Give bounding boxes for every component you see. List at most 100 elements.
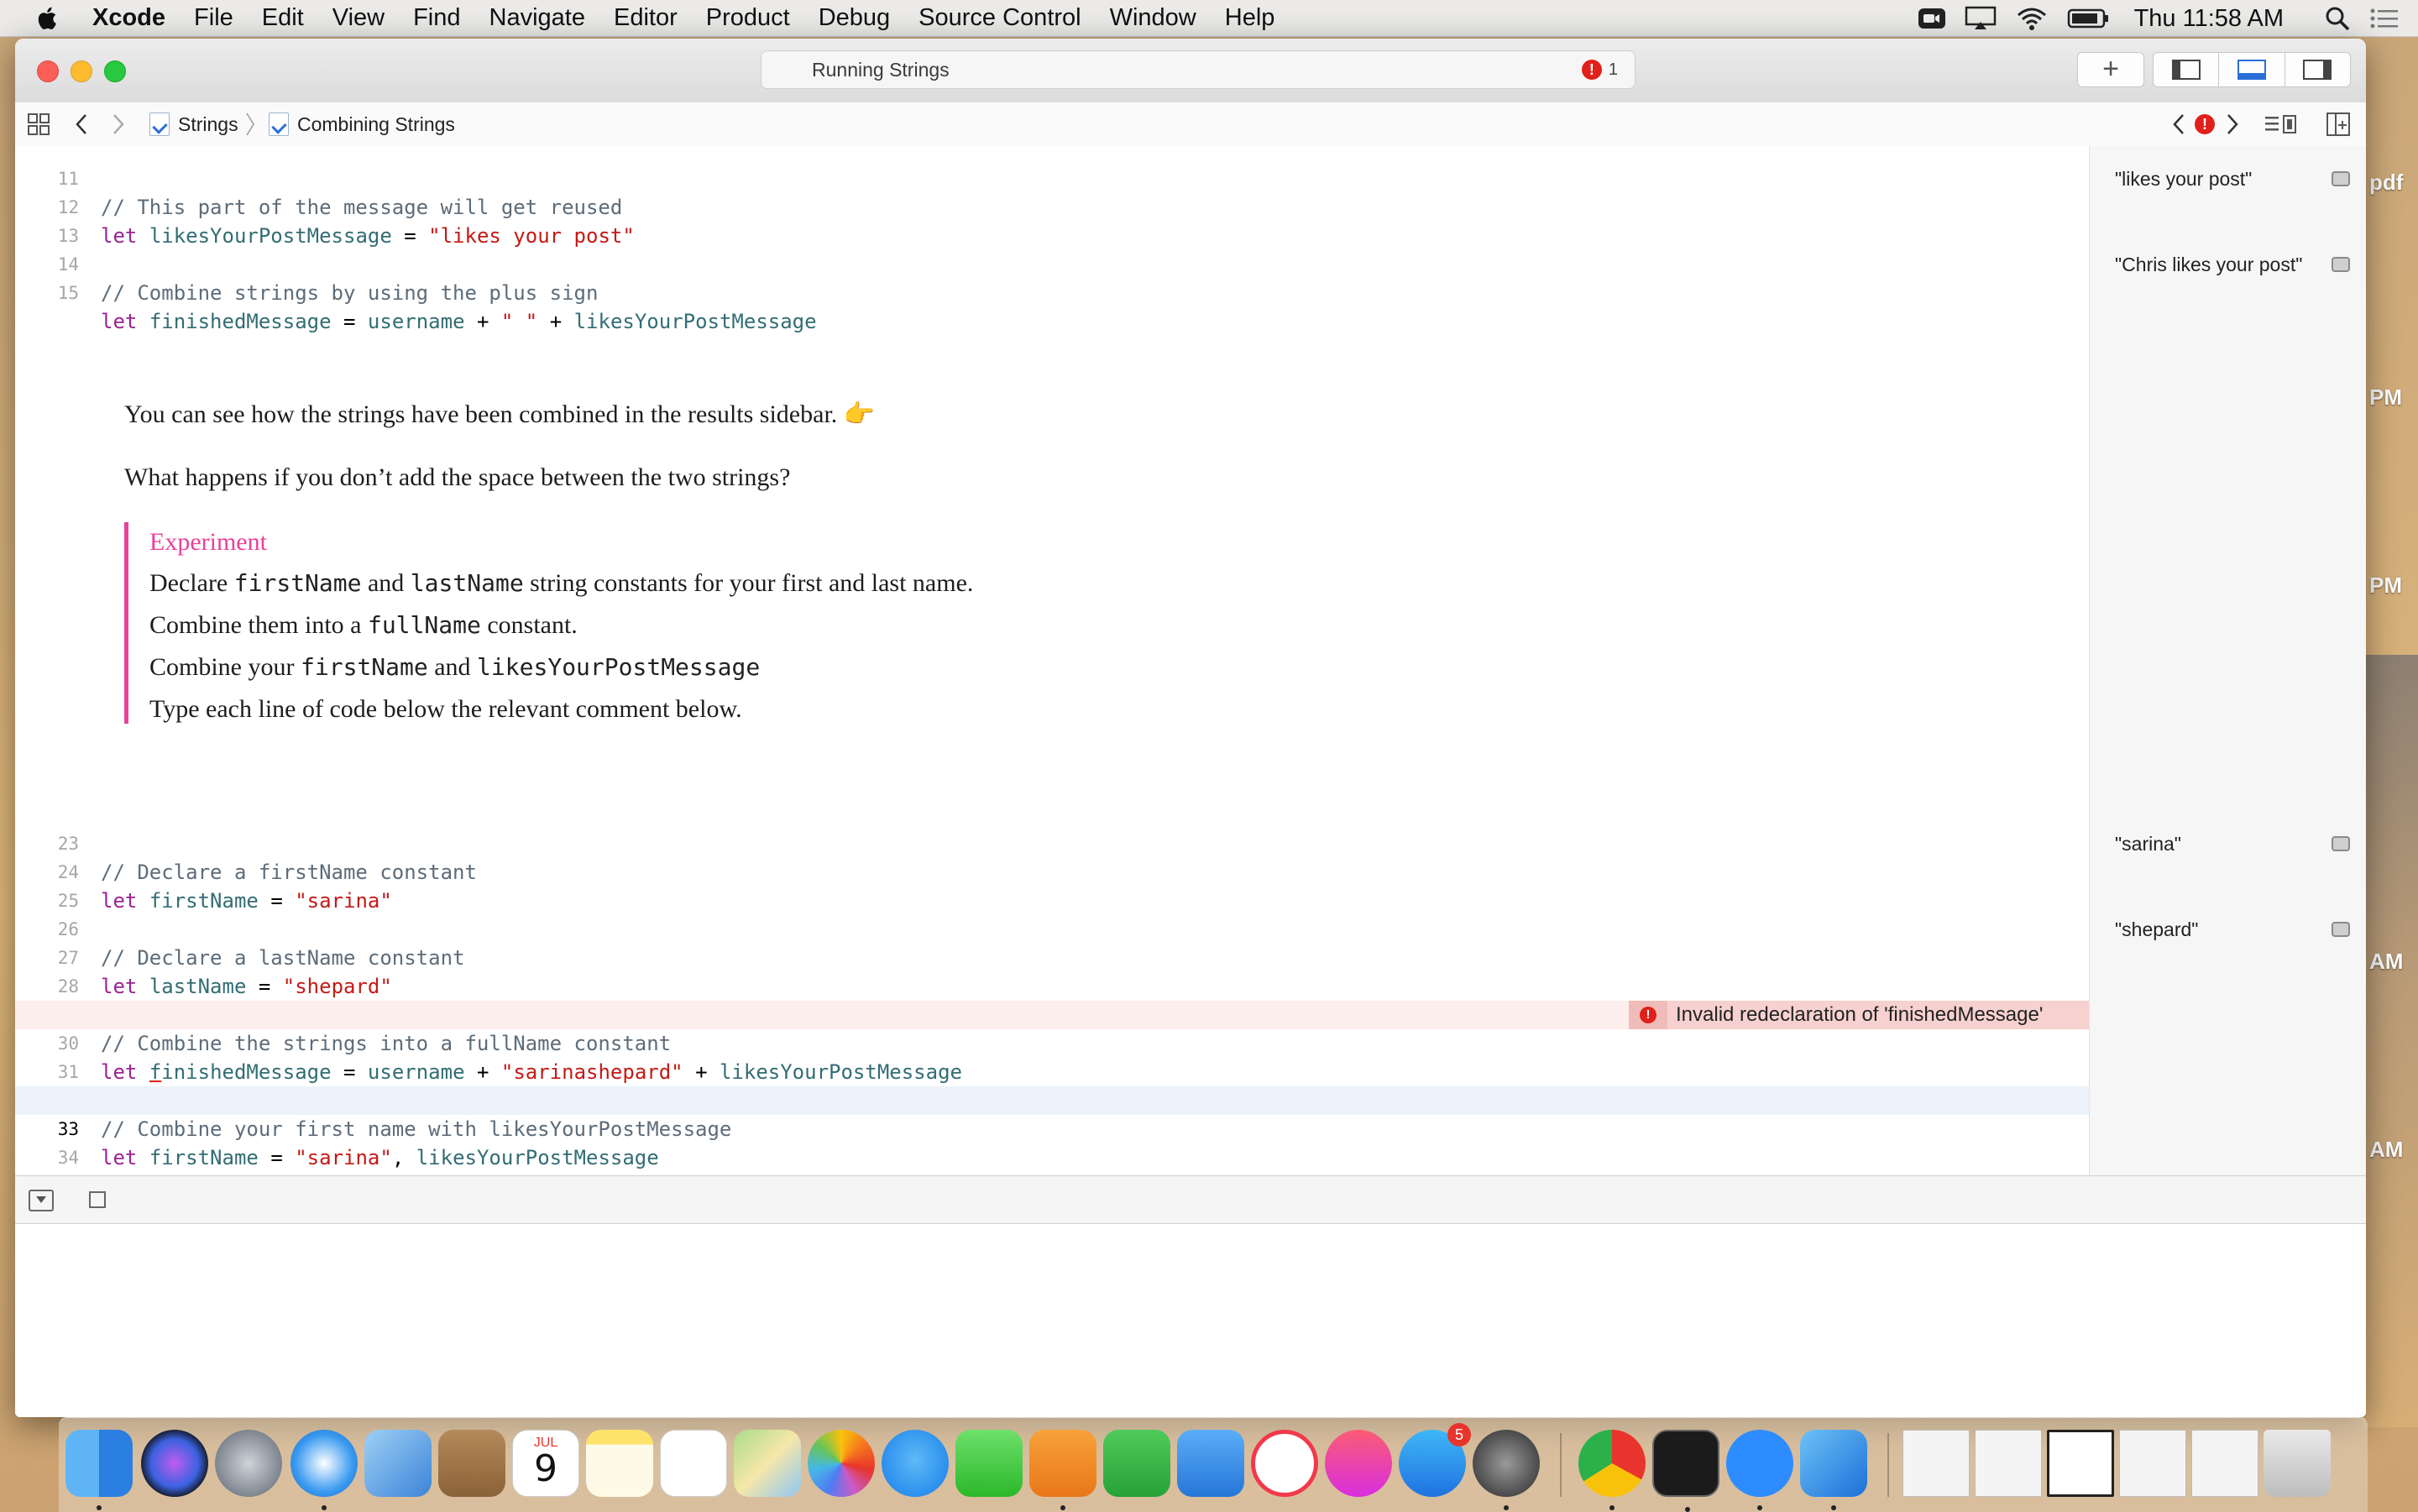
source-editor[interactable]: 11 // This part of the message will get …: [15, 146, 2089, 1175]
quick-look-icon[interactable]: [2332, 836, 2350, 851]
code-line[interactable]: 15 let finishedMessage = username + " " …: [15, 250, 2089, 333]
recent-document-thumbnail[interactable]: [1902, 1430, 1970, 1497]
menu-bar-clock[interactable]: Thu 11:58 AM: [2134, 5, 2284, 33]
notes-icon[interactable]: [586, 1430, 653, 1497]
trash-icon[interactable]: [2264, 1430, 2331, 1497]
code-line[interactable]: 24 let firstName = "sarina": [15, 829, 2089, 913]
recent-document-thumbnail[interactable]: [1975, 1430, 2042, 1497]
breadcrumb-strings[interactable]: Strings: [149, 102, 255, 146]
code-line[interactable]: 12 let likesYourPostMessage = "likes you…: [15, 165, 2089, 248]
previous-issue-icon[interactable]: [2171, 102, 2186, 146]
menu-source-control[interactable]: Source Control: [919, 4, 1081, 32]
apple-menu-icon[interactable]: [34, 4, 62, 33]
code-line[interactable]: 11 // This part of the message will get …: [15, 146, 2089, 219]
run-playground-icon[interactable]: [89, 1191, 106, 1208]
recent-document-thumbnail[interactable]: [2119, 1430, 2186, 1497]
breadcrumb-combining-strings[interactable]: Combining Strings: [269, 102, 455, 146]
error-count: 1: [1608, 60, 1618, 79]
menu-file[interactable]: File: [194, 4, 233, 32]
code-line[interactable]: 32 // Combine your first name with likes…: [15, 1058, 2089, 1141]
editor-options-icon[interactable]: [2264, 102, 2297, 146]
numbers-icon[interactable]: [1103, 1430, 1170, 1497]
xcode-icon[interactable]: [1800, 1430, 1867, 1510]
finder-icon[interactable]: [65, 1430, 133, 1510]
dock-separator: [1887, 1433, 1889, 1497]
contacts-icon[interactable]: [438, 1430, 505, 1497]
app-store-icon[interactable]: 5: [1399, 1423, 1471, 1497]
zoom-icon[interactable]: [1726, 1430, 1793, 1510]
reminders-icon[interactable]: [660, 1430, 727, 1497]
wifi-icon[interactable]: [2015, 6, 2049, 31]
news-icon[interactable]: [1251, 1430, 1318, 1497]
minimize-window-button[interactable]: [71, 60, 92, 82]
error-icon: !: [1640, 1007, 1656, 1023]
facetime-icon[interactable]: [1918, 6, 1946, 31]
menu-xcode[interactable]: Xcode: [92, 4, 165, 32]
toggle-debug-area-button[interactable]: [2219, 53, 2285, 86]
forward-chevron-icon[interactable]: [111, 102, 126, 146]
calendar-icon[interactable]: JUL 9: [512, 1430, 579, 1497]
battery-icon[interactable]: [2067, 8, 2109, 29]
launchpad-icon[interactable]: [215, 1430, 282, 1497]
menu-help[interactable]: Help: [1225, 4, 1275, 32]
console-area[interactable]: [15, 1224, 2366, 1417]
issue-indicator-icon[interactable]: !: [2195, 102, 2215, 146]
close-window-button[interactable]: [37, 60, 59, 82]
photos-icon[interactable]: [808, 1430, 875, 1497]
quick-look-icon[interactable]: [2332, 257, 2350, 272]
code-line[interactable]: 13: [15, 193, 2089, 246]
code-line[interactable]: 29 // Combine the strings into a fullNam…: [15, 972, 2089, 1055]
menu-editor[interactable]: Editor: [614, 4, 678, 32]
code-line-current[interactable]: 33 let firstName = "sarina", likesYourPo…: [15, 1086, 2089, 1169]
keynote-icon[interactable]: [1177, 1430, 1244, 1497]
add-editor-icon[interactable]: [2326, 102, 2351, 146]
toggle-navigator-button[interactable]: [2154, 53, 2220, 86]
quick-look-icon[interactable]: [2332, 171, 2350, 186]
fullscreen-window-button[interactable]: [104, 60, 126, 82]
menu-product[interactable]: Product: [706, 4, 790, 32]
terminal-icon[interactable]: [1652, 1430, 1719, 1512]
error-annotation[interactable]: ! Invalid redeclaration of 'finishedMess…: [1629, 1001, 2089, 1029]
recent-document-thumbnail[interactable]: [2047, 1430, 2114, 1497]
menu-find[interactable]: Find: [413, 4, 460, 32]
facetime-icon[interactable]: [955, 1430, 1023, 1497]
related-items-icon[interactable]: [27, 102, 50, 146]
markup-paragraph: What happens if you don’t add the space …: [124, 463, 791, 491]
menu-window[interactable]: Window: [1110, 4, 1196, 32]
code-line[interactable]: 27 let lastName = "shepard": [15, 915, 2089, 998]
maps-icon[interactable]: [734, 1430, 801, 1497]
airplay-icon[interactable]: [1965, 6, 1997, 31]
pages-icon[interactable]: [1029, 1430, 1096, 1510]
menu-edit[interactable]: Edit: [262, 4, 304, 32]
quick-look-icon[interactable]: [2332, 922, 2350, 937]
next-issue-icon[interactable]: [2225, 102, 2240, 146]
window-toolbar: Running Strings ! 1 +: [15, 39, 2366, 103]
siri-icon[interactable]: [141, 1430, 208, 1497]
activity-error-indicator[interactable]: ! 1: [1581, 60, 1618, 80]
menu-view[interactable]: View: [332, 4, 385, 32]
mail-icon[interactable]: [364, 1430, 432, 1497]
code-line[interactable]: 31: [15, 1029, 2089, 1082]
menu-debug[interactable]: Debug: [819, 4, 890, 32]
music-icon[interactable]: [1325, 1430, 1392, 1497]
menu-navigate[interactable]: Navigate: [489, 4, 585, 32]
code-line-error[interactable]: 30 let finishedMessage = username + "sar…: [15, 1001, 2089, 1084]
code-line[interactable]: 25: [15, 858, 2089, 911]
code-line[interactable]: 28: [15, 944, 2089, 997]
safari-icon[interactable]: [290, 1430, 358, 1510]
chrome-icon[interactable]: [1578, 1430, 1646, 1510]
hide-debug-area-icon[interactable]: [29, 1190, 54, 1211]
spotlight-icon[interactable]: [2324, 5, 2351, 32]
toggle-inspector-button[interactable]: [2285, 53, 2350, 86]
system-preferences-icon[interactable]: [1473, 1430, 1540, 1510]
result-value: "Chris likes your post": [2115, 250, 2358, 279]
library-button[interactable]: +: [2077, 52, 2144, 87]
recent-document-thumbnail[interactable]: [2191, 1430, 2258, 1497]
activity-viewer[interactable]: Running Strings ! 1: [761, 50, 1636, 89]
code-line[interactable]: 14 // Combine strings by using the plus …: [15, 222, 2089, 305]
back-chevron-icon[interactable]: [74, 102, 89, 146]
code-line[interactable]: 23 // Declare a firstName constant: [15, 801, 2089, 884]
messages-icon[interactable]: [882, 1430, 949, 1497]
code-line[interactable]: 34: [15, 1115, 2089, 1168]
code-line[interactable]: 26 // Declare a lastName constant: [15, 887, 2089, 970]
